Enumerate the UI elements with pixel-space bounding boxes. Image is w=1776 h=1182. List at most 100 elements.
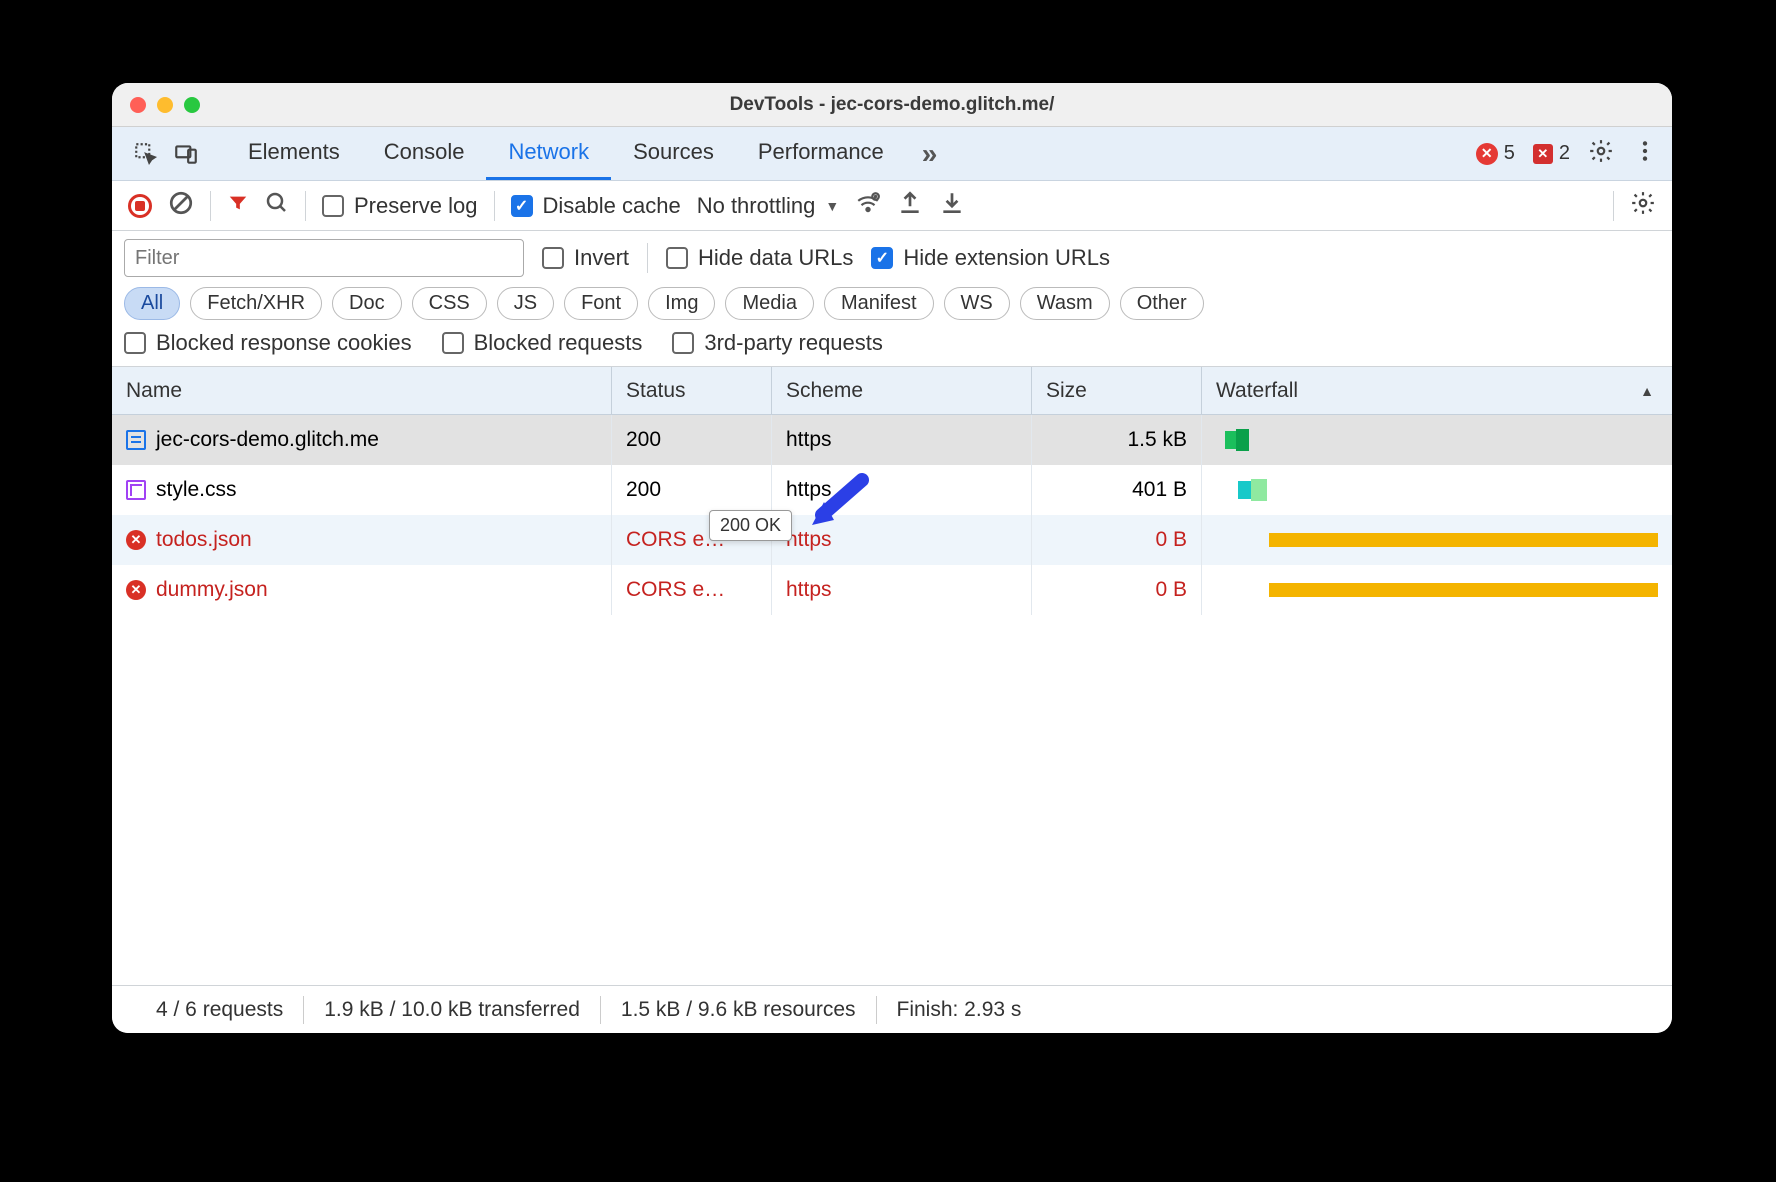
preserve-log-checkbox[interactable]: Preserve log xyxy=(322,193,478,219)
tab-performance[interactable]: Performance xyxy=(736,127,906,180)
status-transferred: 1.9 kB / 10.0 kB transferred xyxy=(304,998,600,1022)
checkbox-icon xyxy=(511,195,533,217)
hide-ext-urls-label: Hide extension URLs xyxy=(903,245,1110,271)
type-filter-pills: All Fetch/XHR Doc CSS JS Font Img Media Manifest… xyxy=(124,287,1660,320)
cell-name: style.css xyxy=(112,465,612,515)
status-bar: 4 / 6 requests 1.9 kB / 10.0 kB transfer… xyxy=(112,985,1672,1033)
tab-network[interactable]: Network xyxy=(486,127,611,180)
cell-size: 0 B xyxy=(1032,565,1202,615)
type-pill-js[interactable]: JS xyxy=(497,287,554,320)
tab-elements[interactable]: Elements xyxy=(226,127,362,180)
request-name: jec-cors-demo.glitch.me xyxy=(156,428,379,452)
third-party-checkbox[interactable]: 3rd-party requests xyxy=(672,330,883,356)
error-icon: ✕ xyxy=(126,530,146,550)
checkbox-icon xyxy=(322,195,344,217)
table-row[interactable]: style.css200https401 B xyxy=(112,465,1672,515)
cell-waterfall xyxy=(1202,465,1672,515)
invert-checkbox[interactable]: Invert xyxy=(542,245,629,271)
tabs-overflow-button[interactable]: » xyxy=(906,138,954,170)
cell-waterfall xyxy=(1202,415,1672,465)
table-body: jec-cors-demo.glitch.me200https1.5 kBsty… xyxy=(112,415,1672,985)
issue-count: 2 xyxy=(1559,142,1570,165)
invert-label: Invert xyxy=(574,245,629,271)
col-header-status[interactable]: Status xyxy=(612,367,772,414)
network-settings-button[interactable] xyxy=(1630,190,1656,221)
import-har-icon[interactable] xyxy=(939,190,965,221)
blocked-cookies-checkbox[interactable]: Blocked response cookies xyxy=(124,330,412,356)
traffic-lights xyxy=(112,97,200,113)
network-conditions-icon[interactable] xyxy=(855,190,881,221)
hide-data-urls-checkbox[interactable]: Hide data URLs xyxy=(666,245,853,271)
table-row[interactable]: jec-cors-demo.glitch.me 200https1.5 kB xyxy=(112,415,1672,465)
preserve-log-label: Preserve log xyxy=(354,193,478,219)
checkbox-icon xyxy=(124,332,146,354)
type-pill-wasm[interactable]: Wasm xyxy=(1020,287,1110,320)
error-icon: ✕ xyxy=(1476,143,1498,165)
type-pill-font[interactable]: Font xyxy=(564,287,638,320)
table-row[interactable]: ✕todos.jsonCORS e…https0 B xyxy=(112,515,1672,565)
issues-badge[interactable]: ✕ 2 xyxy=(1533,142,1570,165)
divider xyxy=(210,191,211,221)
tab-console[interactable]: Console xyxy=(362,127,487,180)
more-menu-button[interactable] xyxy=(1632,138,1658,169)
hide-extension-urls-checkbox[interactable]: Hide extension URLs xyxy=(871,245,1110,271)
cell-status: 200 xyxy=(612,415,772,465)
table-row[interactable]: ✕dummy.jsonCORS e…https0 B xyxy=(112,565,1672,615)
request-name: todos.json xyxy=(156,528,252,552)
type-pill-media[interactable]: Media xyxy=(725,287,813,320)
type-pill-img[interactable]: Img xyxy=(648,287,715,320)
window-title: DevTools - jec-cors-demo.glitch.me/ xyxy=(112,94,1672,116)
cell-size: 401 B xyxy=(1032,465,1202,515)
checkbox-icon xyxy=(871,247,893,269)
console-errors-badge[interactable]: ✕ 5 xyxy=(1476,142,1515,165)
cell-name: jec-cors-demo.glitch.me xyxy=(112,415,612,465)
issue-icon: ✕ xyxy=(1533,144,1553,164)
clear-button[interactable] xyxy=(168,190,194,221)
blocked-requests-checkbox[interactable]: Blocked requests xyxy=(442,330,643,356)
col-header-waterfall[interactable]: Waterfall ▲ xyxy=(1202,367,1672,414)
window-close-button[interactable] xyxy=(130,97,146,113)
cell-status: 200 xyxy=(612,465,772,515)
cell-scheme: https xyxy=(772,415,1032,465)
status-tooltip: 200 OK xyxy=(709,510,792,541)
export-har-icon[interactable] xyxy=(897,190,923,221)
col-header-name[interactable]: Name xyxy=(112,367,612,414)
record-button[interactable] xyxy=(128,194,152,218)
type-pill-manifest[interactable]: Manifest xyxy=(824,287,934,320)
search-button[interactable] xyxy=(265,191,289,220)
cell-size: 0 B xyxy=(1032,515,1202,565)
cell-size: 1.5 kB xyxy=(1032,415,1202,465)
filter-input[interactable] xyxy=(124,239,524,277)
window-zoom-button[interactable] xyxy=(184,97,200,113)
cell-waterfall xyxy=(1202,565,1672,615)
status-resources: 1.5 kB / 9.6 kB resources xyxy=(601,998,876,1022)
col-header-scheme[interactable]: Scheme xyxy=(772,367,1032,414)
blocked-cookies-label: Blocked response cookies xyxy=(156,330,412,356)
type-pill-fetch-xhr[interactable]: Fetch/XHR xyxy=(190,287,322,320)
cell-scheme: https xyxy=(772,565,1032,615)
network-toolbar: Preserve log Disable cache No throttling… xyxy=(112,181,1672,231)
status-finish: Finish: 2.93 s xyxy=(877,998,1042,1022)
cell-name: ✕dummy.json xyxy=(112,565,612,615)
table-header: Name Status Scheme Size Waterfall ▲ xyxy=(112,367,1672,415)
error-count: 5 xyxy=(1504,142,1515,165)
type-pill-css[interactable]: CSS xyxy=(412,287,487,320)
waterfall-label: Waterfall xyxy=(1216,379,1298,403)
type-pill-doc[interactable]: Doc xyxy=(332,287,402,320)
window-minimize-button[interactable] xyxy=(157,97,173,113)
request-name: dummy.json xyxy=(156,578,268,602)
cell-name: ✕ todos.json xyxy=(112,515,612,565)
col-header-size[interactable]: Size xyxy=(1032,367,1202,414)
tab-sources[interactable]: Sources xyxy=(611,127,736,180)
titlebar: DevTools - jec-cors-demo.glitch.me/ xyxy=(112,83,1672,127)
settings-button[interactable] xyxy=(1588,138,1614,169)
filter-toggle-icon[interactable] xyxy=(227,192,249,219)
disable-cache-checkbox[interactable]: Disable cache xyxy=(511,193,681,219)
type-pill-all[interactable]: All xyxy=(124,287,180,320)
inspect-element-icon[interactable] xyxy=(126,134,166,174)
checkbox-icon xyxy=(672,332,694,354)
device-toolbar-icon[interactable] xyxy=(166,134,206,174)
type-pill-other[interactable]: Other xyxy=(1120,287,1204,320)
throttling-select[interactable]: No throttling ▼ xyxy=(697,193,839,219)
type-pill-ws[interactable]: WS xyxy=(944,287,1010,320)
